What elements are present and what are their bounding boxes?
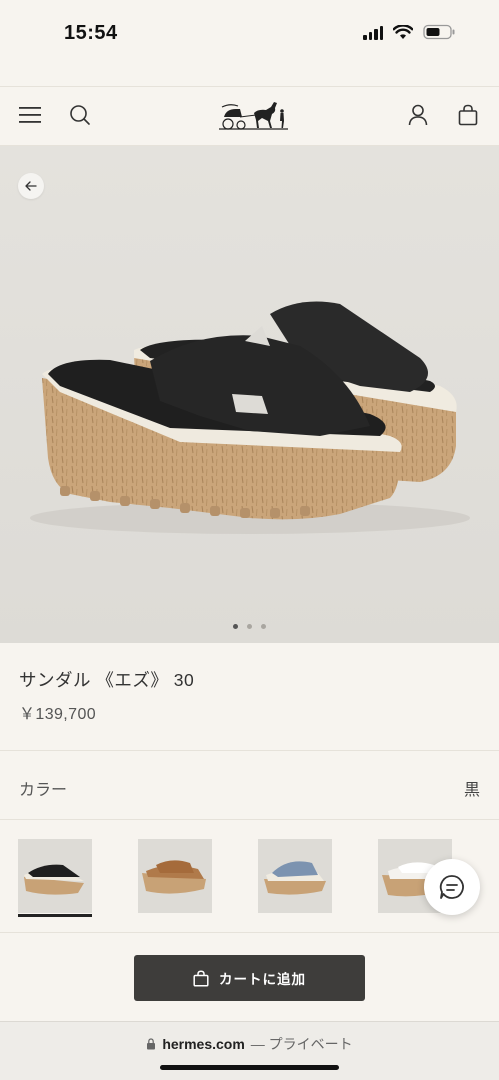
sandal-black-thumbnail (18, 839, 92, 913)
add-to-cart-label: カートに追加 (219, 972, 306, 987)
shopping-bag-icon (193, 969, 209, 987)
lock-icon (147, 1038, 156, 1050)
status-icons (363, 24, 455, 40)
variant-thumbnail-brown[interactable] (138, 839, 212, 913)
color-value: 黒 (463, 782, 480, 799)
color-selector-row[interactable]: カラー 黒 (0, 752, 499, 820)
status-time: 15:54 (64, 22, 118, 44)
add-to-cart-area: カートに追加 (0, 933, 499, 1021)
search-button[interactable] (66, 101, 94, 129)
battery-icon (423, 24, 455, 40)
status-bar: 15:54 (0, 0, 499, 86)
color-variant-thumbnails (0, 821, 499, 933)
carriage-logo-icon (219, 102, 288, 130)
product-info: サンダル 《エズ》 30 ￥139,700 (0, 643, 499, 751)
shopping-bag-button[interactable] (454, 101, 482, 129)
selected-variant-indicator (18, 914, 92, 917)
browser-url-bar[interactable]: hermes.com — プライベート (0, 1021, 499, 1080)
wifi-icon (393, 24, 413, 39)
chat-button[interactable] (424, 859, 480, 915)
pagination-dot[interactable] (261, 624, 266, 629)
hermes-logo[interactable] (216, 97, 290, 133)
gallery-pagination[interactable] (0, 624, 499, 629)
url-domain: hermes.com (162, 1036, 245, 1052)
sandal-brown-thumbnail (138, 839, 212, 913)
product-image-gallery[interactable] (0, 146, 499, 643)
site-header (0, 86, 499, 146)
chat-bubble-icon (439, 875, 464, 899)
search-icon (70, 105, 90, 125)
hamburger-icon (19, 107, 41, 123)
home-indicator[interactable] (160, 1065, 339, 1070)
account-button[interactable] (404, 101, 432, 129)
private-mode-label: — プライベート (250, 1036, 353, 1052)
variant-thumbnail-black[interactable] (18, 839, 92, 913)
url-display[interactable]: hermes.com — プライベート (0, 1034, 499, 1054)
sandal-blue-thumbnail (258, 839, 332, 913)
color-label: カラー (19, 782, 68, 799)
variant-thumbnail-blue[interactable] (258, 839, 332, 913)
pagination-dot[interactable] (233, 624, 238, 629)
product-name: サンダル 《エズ》 30 (19, 670, 195, 690)
product-price: ￥139,700 (19, 706, 97, 723)
cellular-signal-icon (363, 24, 383, 40)
pagination-dot[interactable] (247, 624, 252, 629)
add-to-cart-button[interactable]: カートに追加 (134, 955, 365, 1001)
shopping-bag-icon (458, 104, 478, 126)
sandal-product-image (30, 301, 470, 534)
user-icon (408, 104, 428, 126)
menu-button[interactable] (16, 101, 44, 129)
